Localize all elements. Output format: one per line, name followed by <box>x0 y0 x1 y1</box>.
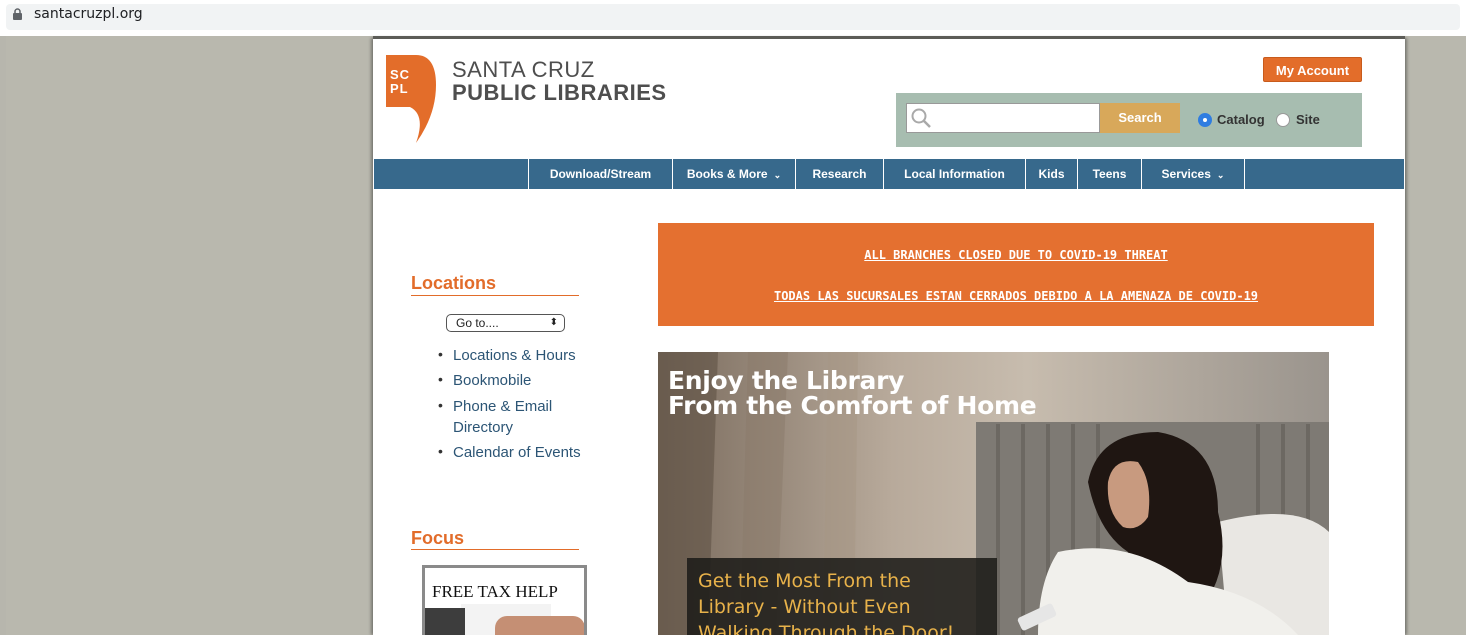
nav-label: Research <box>812 167 867 181</box>
nav-services[interactable]: Services ⌄ <box>1142 159 1245 189</box>
link-directory[interactable]: Directory <box>453 417 513 438</box>
nav-download-stream[interactable]: Download/Stream <box>528 159 673 189</box>
browser-address-bar: santacruzpl.org <box>0 0 1466 34</box>
search-button[interactable]: Search <box>1100 103 1180 133</box>
covid-alert-banner: ALL BRANCHES CLOSED DUE TO COVID-19 THRE… <box>658 223 1374 326</box>
goto-select[interactable]: Go to.... ⬍ <box>446 314 565 332</box>
hero-title-line1: Enjoy the Library <box>668 366 905 395</box>
calculator-graphic <box>425 608 465 635</box>
catalog-radio[interactable] <box>1198 113 1212 127</box>
page-background-right <box>1405 36 1466 635</box>
nav-books-more[interactable]: Books & More ⌄ <box>673 159 796 189</box>
chevron-down-icon: ⌄ <box>773 170 782 180</box>
bullet-icon: • <box>438 443 443 459</box>
hero-title-line2: From the Comfort of Home <box>668 391 1037 420</box>
hero-caption-line2: Library - Without Even <box>698 596 911 618</box>
free-tax-help-image[interactable]: FREE TAX HELP <box>422 565 587 635</box>
nav-label: Services <box>1161 167 1211 181</box>
my-account-button[interactable]: My Account <box>1263 57 1362 82</box>
bullet-icon: • <box>438 371 443 387</box>
page-background-left <box>6 36 373 635</box>
nav-local-information[interactable]: Local Information <box>884 159 1026 189</box>
scpl-logo-icon[interactable]: SC PL <box>386 55 436 145</box>
locations-heading: Locations <box>411 273 497 293</box>
hero-caption-line1: Get the Most From the <box>698 570 911 592</box>
nav-label: Download/Stream <box>549 167 652 181</box>
svg-text:PL: PL <box>390 81 409 96</box>
bullet-icon: • <box>438 346 443 362</box>
nav-research[interactable]: Research <box>796 159 884 189</box>
focus-heading: Focus <box>411 528 465 548</box>
locations-divider <box>411 295 579 296</box>
site-radio[interactable] <box>1276 113 1290 127</box>
chevron-down-icon: ⌄ <box>1216 170 1225 180</box>
bullet-icon: • <box>438 397 443 413</box>
nav-label: Kids <box>1038 167 1065 181</box>
focus-image-caption: FREE TAX HELP <box>432 582 558 601</box>
page-top-border <box>373 36 1405 39</box>
url-field[interactable] <box>6 4 1460 30</box>
nav-teens[interactable]: Teens <box>1078 159 1142 189</box>
nav-label: Local Information <box>904 167 1005 181</box>
site-radio-label[interactable]: Site <box>1296 112 1320 127</box>
logo-line2[interactable]: PUBLIC LIBRARIES <box>452 80 667 106</box>
link-bookmobile[interactable]: Bookmobile <box>453 370 531 391</box>
link-phone-email[interactable]: Phone & Email <box>453 396 552 417</box>
url-text[interactable]: santacruzpl.org <box>34 6 143 22</box>
alert-link-english[interactable]: ALL BRANCHES CLOSED DUE TO COVID-19 THRE… <box>658 248 1374 262</box>
link-locations-hours[interactable]: Locations & Hours <box>453 345 576 366</box>
nav-label: Books & More <box>686 167 768 181</box>
select-arrows-icon: ⬍ <box>549 317 558 328</box>
lock-icon <box>13 8 22 20</box>
alert-link-spanish[interactable]: TODAS LAS SUCURSALES ESTAN CERRADOS DEBI… <box>658 289 1374 303</box>
hero-caption-text: Get the Most From the Library - Without … <box>698 568 988 635</box>
hand-graphic <box>495 616 584 635</box>
hero-caption-line3: Walking Through the Door! <box>698 622 955 635</box>
nav-kids[interactable]: Kids <box>1026 159 1078 189</box>
nav-label: Teens <box>1092 167 1127 181</box>
focus-divider <box>411 549 579 550</box>
goto-select-value: Go to.... <box>456 316 499 330</box>
search-input[interactable] <box>906 103 1100 133</box>
svg-text:SC: SC <box>390 67 410 82</box>
hero-banner[interactable]: Enjoy the Library From the Comfort of Ho… <box>658 352 1329 635</box>
search-icon <box>911 108 931 128</box>
link-calendar-events[interactable]: Calendar of Events <box>453 442 581 463</box>
hero-title: Enjoy the Library From the Comfort of Ho… <box>668 366 1037 420</box>
catalog-radio-label[interactable]: Catalog <box>1217 112 1265 127</box>
